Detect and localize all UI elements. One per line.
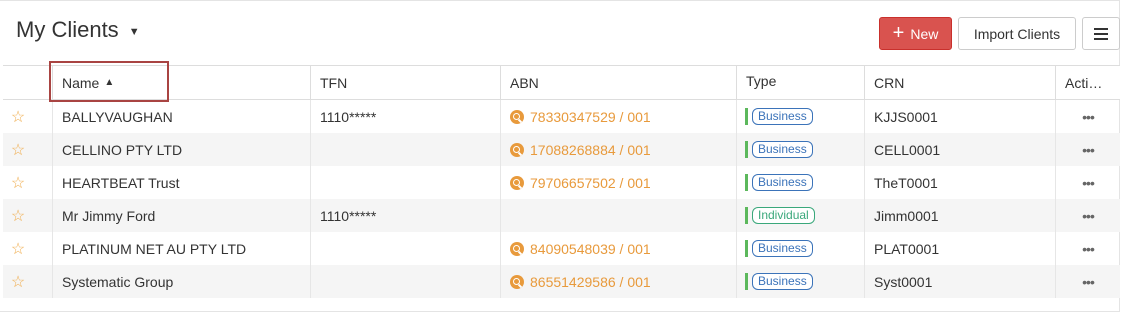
client-name[interactable]: BALLYVAUGHAN	[52, 100, 310, 133]
client-type: Business	[736, 166, 864, 199]
import-clients-button[interactable]: Import Clients	[958, 17, 1076, 50]
search-icon	[510, 175, 524, 190]
search-icon	[510, 142, 524, 157]
type-badge: Business	[752, 240, 813, 257]
type-badge: Business	[752, 108, 813, 125]
client-tfn	[310, 265, 500, 298]
more-actions-icon[interactable]: •••	[1055, 232, 1120, 265]
more-actions-icon[interactable]: •••	[1055, 100, 1120, 133]
table-row[interactable]: ☆ BALLYVAUGHAN 1110***** 78330347529 / 0…	[3, 100, 1120, 133]
more-actions-icon[interactable]: •••	[1055, 265, 1120, 298]
table-row[interactable]: ☆ PLATINUM NET AU PTY LTD 84090548039 / …	[3, 232, 1120, 265]
star-icon[interactable]: ☆	[3, 232, 33, 265]
type-badge: Business	[752, 141, 813, 158]
star-icon[interactable]: ☆	[3, 265, 33, 298]
table-header: Name ▲ TFN ABN Type CRN Acti…	[3, 65, 1120, 100]
more-actions-icon[interactable]: •••	[1055, 133, 1120, 166]
client-crn: CELL0001	[864, 133, 1055, 166]
client-abn[interactable]: 79706657502 / 001	[500, 166, 736, 199]
type-badge: Individual	[752, 207, 815, 224]
table-row[interactable]: ☆ Systematic Group 86551429586 / 001 Bus…	[3, 265, 1120, 298]
more-actions-icon[interactable]: •••	[1055, 166, 1120, 199]
table-row[interactable]: ☆ HEARTBEAT Trust 79706657502 / 001 Busi…	[3, 166, 1120, 199]
star-icon[interactable]: ☆	[3, 133, 33, 166]
hamburger-menu-icon[interactable]	[1082, 17, 1120, 50]
more-actions-icon[interactable]: •••	[1055, 199, 1120, 232]
header-actions[interactable]: Acti…	[1055, 66, 1120, 99]
status-bar	[745, 207, 748, 224]
caret-down-icon[interactable]: ▼	[129, 26, 140, 38]
client-tfn: 1110*****	[310, 199, 500, 232]
client-abn[interactable]: 17088268884 / 001	[500, 133, 736, 166]
abn-link[interactable]: 84090548039 / 001	[530, 241, 651, 257]
header-abn[interactable]: ABN	[500, 66, 736, 99]
client-tfn	[310, 133, 500, 166]
client-abn[interactable]: 86551429586 / 001	[500, 265, 736, 298]
client-crn: Jimm0001	[864, 199, 1055, 232]
page-title-text: My Clients	[16, 17, 119, 42]
client-tfn: 1110*****	[310, 100, 500, 133]
client-type: Business	[736, 133, 864, 166]
client-crn: TheT0001	[864, 166, 1055, 199]
client-abn[interactable]	[500, 199, 736, 232]
search-icon	[510, 241, 524, 256]
header-crn[interactable]: CRN	[864, 66, 1055, 99]
client-name[interactable]: Systematic Group	[52, 265, 310, 298]
client-type: Business	[736, 265, 864, 298]
plus-icon: +	[892, 21, 905, 44]
star-icon[interactable]: ☆	[3, 100, 33, 133]
search-icon	[510, 109, 524, 124]
client-name[interactable]: Mr Jimmy Ford	[52, 199, 310, 232]
client-name[interactable]: PLATINUM NET AU PTY LTD	[52, 232, 310, 265]
search-icon	[510, 274, 524, 289]
abn-link[interactable]: 86551429586 / 001	[530, 274, 651, 290]
client-tfn	[310, 232, 500, 265]
star-icon[interactable]: ☆	[3, 199, 33, 232]
new-client-button[interactable]: + New	[879, 17, 952, 50]
client-abn[interactable]: 84090548039 / 001	[500, 232, 736, 265]
client-type: Business	[736, 100, 864, 133]
status-bar	[745, 273, 748, 290]
clients-table: Name ▲ TFN ABN Type CRN Acti… ☆ BALLYVAU…	[3, 65, 1120, 298]
table-row[interactable]: ☆ Mr Jimmy Ford 1110***** Individual Jim…	[3, 199, 1120, 232]
client-tfn	[310, 166, 500, 199]
client-abn[interactable]: 78330347529 / 001	[500, 100, 736, 133]
type-badge: Business	[752, 273, 813, 290]
table-row[interactable]: ☆ CELLINO PTY LTD 17088268884 / 001 Busi…	[3, 133, 1120, 166]
status-bar	[745, 108, 748, 125]
client-crn: KJJS0001	[864, 100, 1055, 133]
client-type: Individual	[736, 199, 864, 232]
sort-highlight-box	[49, 61, 169, 102]
abn-link[interactable]: 79706657502 / 001	[530, 175, 651, 191]
abn-link[interactable]: 17088268884 / 001	[530, 142, 651, 158]
star-icon[interactable]: ☆	[3, 166, 33, 199]
header-type[interactable]: Type	[736, 66, 864, 99]
client-crn: PLAT0001	[864, 232, 1055, 265]
status-bar	[745, 141, 748, 158]
status-bar	[745, 240, 748, 257]
new-button-label: New	[910, 25, 939, 42]
page-title[interactable]: My Clients ▼	[16, 17, 140, 43]
status-bar	[745, 174, 748, 191]
client-type: Business	[736, 232, 864, 265]
header-favorite	[3, 66, 52, 99]
header-tfn[interactable]: TFN	[310, 66, 500, 99]
type-badge: Business	[752, 174, 813, 191]
client-crn: Syst0001	[864, 265, 1055, 298]
client-name[interactable]: HEARTBEAT Trust	[52, 166, 310, 199]
abn-link[interactable]: 78330347529 / 001	[530, 109, 651, 125]
client-name[interactable]: CELLINO PTY LTD	[52, 133, 310, 166]
